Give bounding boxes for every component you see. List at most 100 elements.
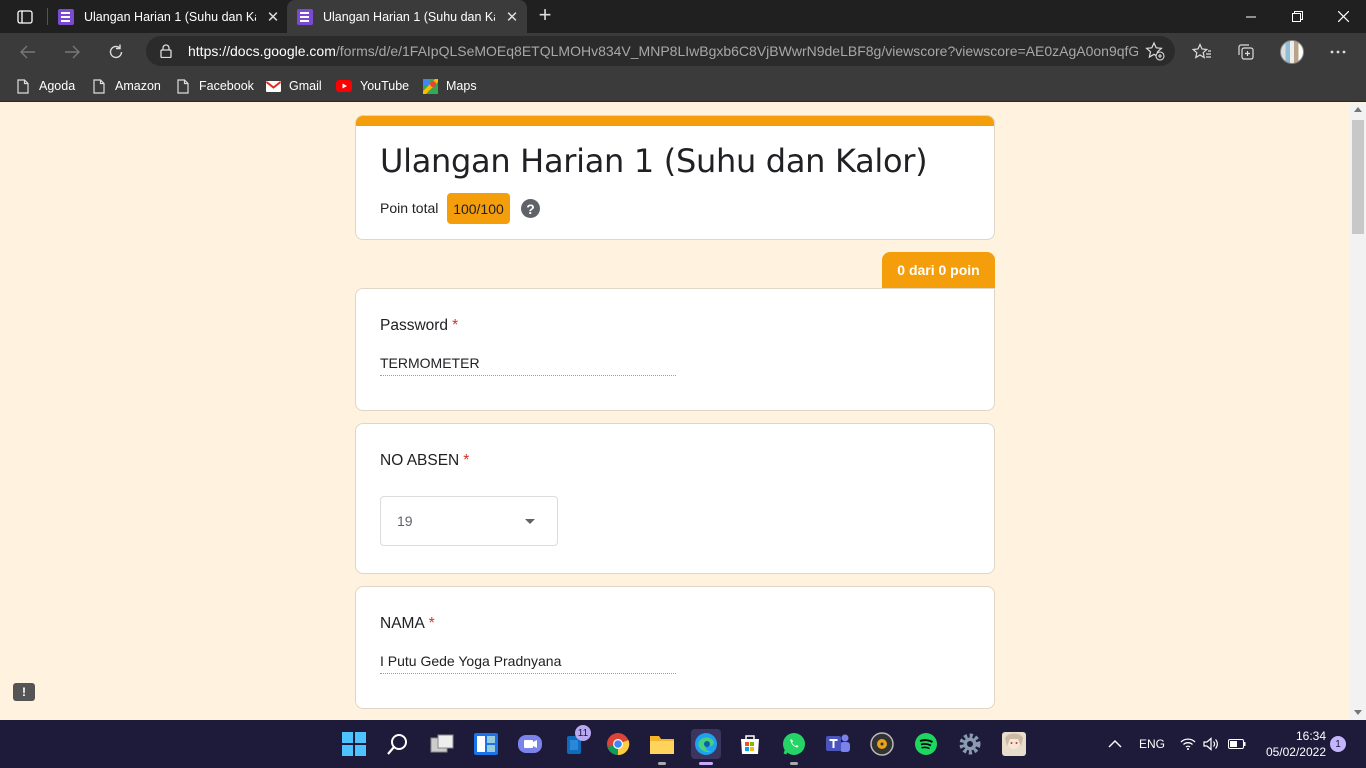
- game-icon[interactable]: [999, 729, 1029, 759]
- tab-active[interactable]: Ulangan Harian 1 (Suhu dan Kalor) ✕: [287, 0, 527, 33]
- back-button[interactable]: [13, 37, 43, 67]
- dropdown-arrow-icon: [525, 518, 535, 524]
- form-header-card: Ulangan Harian 1 (Suhu dan Kalor) Poin t…: [355, 115, 995, 240]
- collections-icon[interactable]: [1231, 37, 1261, 67]
- running-indicator: [790, 762, 798, 765]
- teams-icon[interactable]: [823, 729, 853, 759]
- bookmark-facebook[interactable]: Facebook: [175, 76, 254, 96]
- favorites-icon[interactable]: [1187, 37, 1217, 67]
- search-icon[interactable]: [383, 729, 413, 759]
- lock-icon[interactable]: [158, 44, 174, 58]
- widgets-icon[interactable]: [471, 729, 501, 759]
- url-host: https://docs.google.com: [188, 43, 336, 59]
- form-page: Ulangan Harian 1 (Suhu dan Kalor) Poin t…: [0, 103, 1350, 720]
- required-marker: *: [428, 615, 435, 632]
- bookmarks-bar: Agoda Amazon Facebook Gmail YouTube Maps: [0, 70, 1366, 102]
- dropdown-selected-value: 19: [397, 513, 413, 529]
- wifi-icon[interactable]: [1180, 720, 1196, 768]
- help-icon[interactable]: ?: [521, 199, 540, 218]
- tab-title: Ulangan Harian 1 (Suhu dan Kalor): [323, 9, 495, 24]
- show-hidden-icons-icon[interactable]: [1108, 720, 1122, 768]
- report-feedback-icon[interactable]: !: [13, 683, 35, 701]
- maps-icon: [422, 78, 438, 94]
- google-forms-icon: [297, 8, 313, 25]
- page-icon: [175, 78, 191, 94]
- add-favorite-icon[interactable]: [1145, 41, 1165, 66]
- notification-badge: 11: [575, 725, 591, 741]
- running-indicator: [699, 762, 713, 765]
- question-title: NO ABSEN: [380, 452, 460, 469]
- bookmark-label: Agoda: [39, 79, 76, 93]
- page-icon: [15, 78, 31, 94]
- bookmark-label: Maps: [446, 79, 477, 93]
- bookmark-maps[interactable]: Maps: [422, 76, 477, 96]
- language-indicator[interactable]: ENG: [1139, 720, 1165, 768]
- battery-icon[interactable]: [1228, 720, 1246, 768]
- required-marker: *: [452, 317, 459, 334]
- close-tab-icon[interactable]: ✕: [503, 8, 521, 26]
- start-icon[interactable]: [339, 729, 369, 759]
- gmail-icon: [265, 78, 281, 94]
- form-title: Ulangan Harian 1 (Suhu dan Kalor): [380, 142, 928, 180]
- browser-titlebar: Ulangan Harian 1 (Suhu dan Kalor) ✕ Ulan…: [0, 0, 1366, 33]
- media-player-icon[interactable]: [867, 729, 897, 759]
- page-scrollbar[interactable]: [1350, 103, 1366, 720]
- no-absen-dropdown[interactable]: 19: [380, 496, 558, 546]
- whatsapp-icon[interactable]: [779, 729, 809, 765]
- settings-icon[interactable]: [955, 729, 985, 759]
- clock-date: 05/02/2022: [1265, 745, 1326, 759]
- tab-title: Ulangan Harian 1 (Suhu dan Kalor): [84, 9, 256, 24]
- tab-inactive[interactable]: Ulangan Harian 1 (Suhu dan Kalor) ✕: [48, 0, 286, 33]
- spotify-icon[interactable]: [911, 729, 941, 759]
- running-indicator: [658, 762, 666, 765]
- header-accent-bar: [356, 116, 994, 126]
- question-card-nama: NAMA * I Putu Gede Yoga Pradnyana: [355, 586, 995, 709]
- volume-icon[interactable]: [1203, 720, 1219, 768]
- system-clock[interactable]: 16:34 05/02/2022: [1256, 728, 1326, 760]
- close-tab-icon[interactable]: ✕: [264, 8, 282, 26]
- bookmark-label: Gmail: [289, 79, 322, 93]
- chat-icon[interactable]: [515, 729, 545, 759]
- edge-icon[interactable]: [691, 729, 721, 765]
- url-text[interactable]: https://docs.google.com/forms/d/e/1FAIpQ…: [188, 43, 1138, 59]
- scrollbar-thumb[interactable]: [1352, 120, 1364, 234]
- tab-actions-icon[interactable]: [8, 0, 42, 33]
- windows-taskbar: 11 ENG 16:34 05/02/2022 1: [0, 720, 1366, 768]
- scroll-down-arrow-icon[interactable]: [1354, 710, 1362, 715]
- file-explorer-icon[interactable]: [647, 729, 677, 765]
- bookmark-gmail[interactable]: Gmail: [265, 76, 322, 96]
- forward-button[interactable]: [57, 37, 87, 67]
- required-marker: *: [463, 452, 470, 469]
- bookmark-label: Amazon: [115, 79, 161, 93]
- microsoft-store-icon[interactable]: [735, 729, 765, 759]
- question-title: Password: [380, 317, 449, 334]
- question-card-no-absen: NO ABSEN * 19: [355, 423, 995, 574]
- store-icon[interactable]: 11: [559, 725, 591, 759]
- scroll-up-arrow-icon[interactable]: [1354, 107, 1362, 112]
- chrome-icon[interactable]: [603, 729, 633, 759]
- task-view-icon[interactable]: [427, 729, 457, 759]
- answer-text: TERMOMETER: [380, 355, 676, 376]
- refresh-button[interactable]: [101, 37, 131, 67]
- page-icon: [91, 78, 107, 94]
- question-title: NAMA: [380, 615, 425, 632]
- question-label: Password *: [380, 317, 458, 335]
- url-path: /forms/d/e/1FAIpQLSeMOEq8ETQLMOHv834V_MN…: [335, 43, 1138, 59]
- minimize-button[interactable]: [1228, 0, 1274, 33]
- bookmark-amazon[interactable]: Amazon: [91, 76, 161, 96]
- bookmark-agoda[interactable]: Agoda: [15, 76, 75, 96]
- question-label: NAMA *: [380, 615, 435, 633]
- google-forms-icon: [58, 8, 74, 25]
- browser-toolbar: https://docs.google.com/forms/d/e/1FAIpQ…: [0, 33, 1366, 70]
- address-bar[interactable]: https://docs.google.com/forms/d/e/1FAIpQ…: [146, 36, 1175, 66]
- notification-center-badge[interactable]: 1: [1330, 736, 1346, 752]
- more-options-icon[interactable]: [1323, 37, 1353, 67]
- bookmark-label: Facebook: [199, 79, 254, 93]
- bookmark-youtube[interactable]: YouTube: [336, 76, 409, 96]
- youtube-icon: [336, 78, 352, 94]
- restore-button[interactable]: [1274, 0, 1320, 33]
- close-window-button[interactable]: [1320, 0, 1366, 33]
- new-tab-button[interactable]: +: [533, 4, 557, 28]
- profile-avatar[interactable]: [1280, 40, 1304, 64]
- total-points-label: Poin total: [380, 200, 439, 216]
